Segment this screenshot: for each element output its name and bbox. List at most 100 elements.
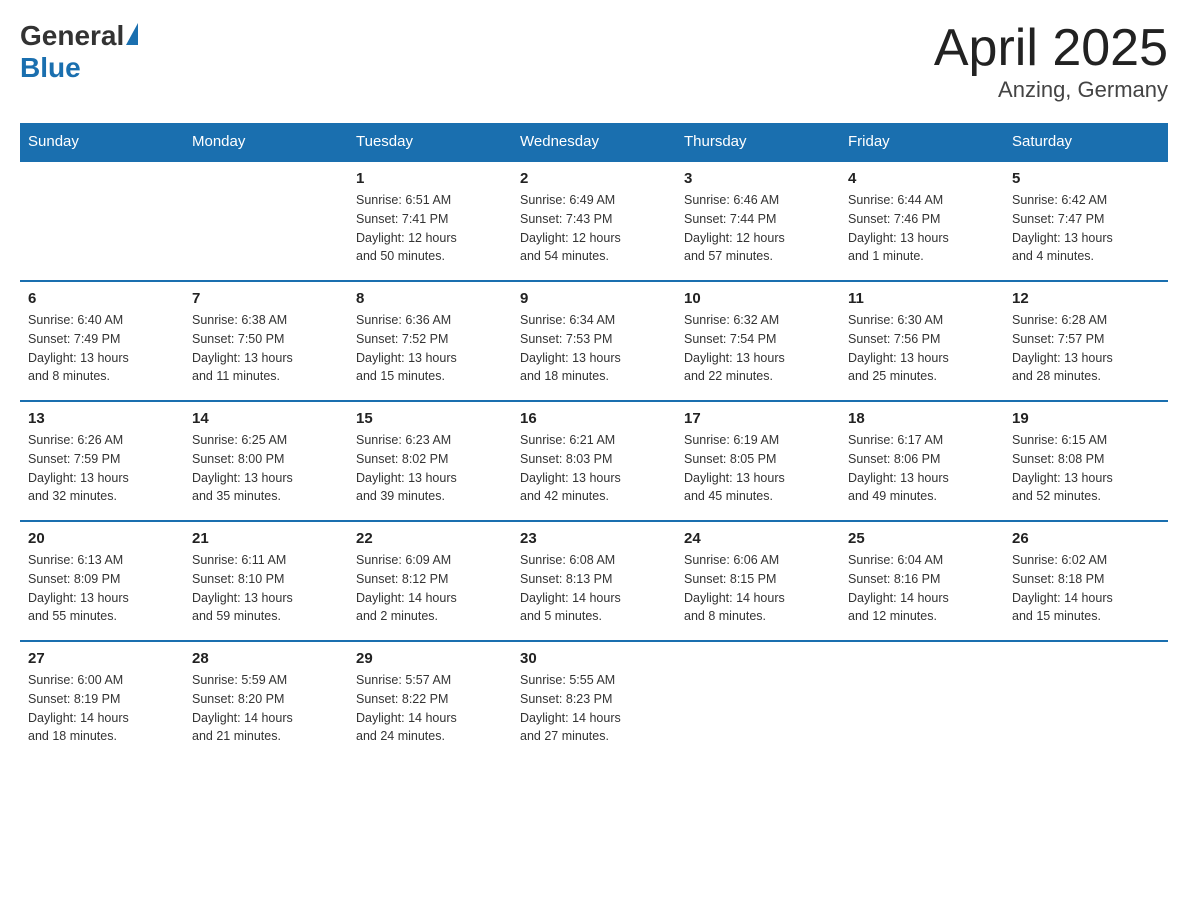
calendar-cell: 14 Sunrise: 6:25 AM Sunset: 8:00 PM Dayli… <box>184 401 348 521</box>
calendar-cell: 23 Sunrise: 6:08 AM Sunset: 8:13 PM Dayli… <box>512 521 676 641</box>
calendar-cell: 28 Sunrise: 5:59 AM Sunset: 8:20 PM Dayli… <box>184 641 348 761</box>
day-info: Sunrise: 6:02 AM Sunset: 8:18 PM Dayligh… <box>1012 551 1160 626</box>
day-info: Sunrise: 5:59 AM Sunset: 8:20 PM Dayligh… <box>192 671 340 746</box>
day-number: 2 <box>520 170 668 187</box>
calendar-body: 1Sunrise: 6:51 AM Sunset: 7:41 PM Daylig… <box>20 161 1168 761</box>
day-info: Sunrise: 6:23 AM Sunset: 8:02 PM Dayligh… <box>356 431 504 506</box>
day-number: 23 <box>520 530 668 547</box>
day-info: Sunrise: 6:32 AM Sunset: 7:54 PM Dayligh… <box>684 311 832 386</box>
calendar-cell: 17Sunrise: 6:19 AM Sunset: 8:05 PM Dayli… <box>676 401 840 521</box>
logo-blue-text: Blue <box>20 52 81 84</box>
calendar-cell <box>840 641 1004 761</box>
calendar-cell <box>1004 641 1168 761</box>
day-info: Sunrise: 6:06 AM Sunset: 8:15 PM Dayligh… <box>684 551 832 626</box>
day-number: 29 <box>356 650 504 667</box>
day-number: 20 <box>28 530 176 547</box>
day-number: 30 <box>520 650 668 667</box>
logo-general-text: General <box>20 20 124 52</box>
day-header-tuesday: Tuesday <box>348 123 512 161</box>
calendar-week-row: 27 Sunrise: 6:00 AM Sunset: 8:19 PM Dayli… <box>20 641 1168 761</box>
day-header-saturday: Saturday <box>1004 123 1168 161</box>
calendar-cell: 12 Sunrise: 6:28 AM Sunset: 7:57 PM Dayli… <box>1004 281 1168 401</box>
day-info: Sunrise: 6:46 AM Sunset: 7:44 PM Dayligh… <box>684 191 832 266</box>
day-info: Sunrise: 6:26 AM Sunset: 7:59 PM Dayligh… <box>28 431 176 506</box>
calendar-table: SundayMondayTuesdayWednesdayThursdayFrid… <box>20 123 1168 761</box>
day-number: 27 <box>28 650 176 667</box>
day-info: Sunrise: 6:13 AM Sunset: 8:09 PM Dayligh… <box>28 551 176 626</box>
day-info: Sunrise: 6:09 AM Sunset: 8:12 PM Dayligh… <box>356 551 504 626</box>
day-info: Sunrise: 6:38 AM Sunset: 7:50 PM Dayligh… <box>192 311 340 386</box>
day-info: Sunrise: 6:00 AM Sunset: 8:19 PM Dayligh… <box>28 671 176 746</box>
day-info: Sunrise: 6:17 AM Sunset: 8:06 PM Dayligh… <box>848 431 996 506</box>
day-number: 16 <box>520 410 668 427</box>
day-info: Sunrise: 6:11 AM Sunset: 8:10 PM Dayligh… <box>192 551 340 626</box>
day-info: Sunrise: 6:30 AM Sunset: 7:56 PM Dayligh… <box>848 311 996 386</box>
calendar-cell: 8 Sunrise: 6:36 AM Sunset: 7:52 PM Daylig… <box>348 281 512 401</box>
calendar-cell: 9Sunrise: 6:34 AM Sunset: 7:53 PM Daylig… <box>512 281 676 401</box>
day-info: Sunrise: 6:44 AM Sunset: 7:46 PM Dayligh… <box>848 191 996 266</box>
calendar-cell: 3 Sunrise: 6:46 AM Sunset: 7:44 PM Daylig… <box>676 161 840 281</box>
calendar-cell: 11 Sunrise: 6:30 AM Sunset: 7:56 PM Dayli… <box>840 281 1004 401</box>
calendar-cell: 6 Sunrise: 6:40 AM Sunset: 7:49 PM Daylig… <box>20 281 184 401</box>
day-info: Sunrise: 6:34 AM Sunset: 7:53 PM Dayligh… <box>520 311 668 386</box>
day-info: Sunrise: 6:40 AM Sunset: 7:49 PM Dayligh… <box>28 311 176 386</box>
calendar-cell: 20 Sunrise: 6:13 AM Sunset: 8:09 PM Dayli… <box>20 521 184 641</box>
day-info: Sunrise: 5:55 AM Sunset: 8:23 PM Dayligh… <box>520 671 668 746</box>
calendar-cell: 22 Sunrise: 6:09 AM Sunset: 8:12 PM Dayli… <box>348 521 512 641</box>
day-info: Sunrise: 6:08 AM Sunset: 8:13 PM Dayligh… <box>520 551 668 626</box>
day-info: Sunrise: 6:19 AM Sunset: 8:05 PM Dayligh… <box>684 431 832 506</box>
day-info: Sunrise: 6:25 AM Sunset: 8:00 PM Dayligh… <box>192 431 340 506</box>
day-number: 6 <box>28 290 176 307</box>
calendar-cell: 26Sunrise: 6:02 AM Sunset: 8:18 PM Dayli… <box>1004 521 1168 641</box>
calendar-week-row: 1Sunrise: 6:51 AM Sunset: 7:41 PM Daylig… <box>20 161 1168 281</box>
day-number: 5 <box>1012 170 1160 187</box>
day-number: 19 <box>1012 410 1160 427</box>
calendar-cell: 21 Sunrise: 6:11 AM Sunset: 8:10 PM Dayli… <box>184 521 348 641</box>
day-number: 12 <box>1012 290 1160 307</box>
day-number: 10 <box>684 290 832 307</box>
day-number: 7 <box>192 290 340 307</box>
day-number: 25 <box>848 530 996 547</box>
day-number: 13 <box>28 410 176 427</box>
day-number: 3 <box>684 170 832 187</box>
day-number: 15 <box>356 410 504 427</box>
day-info: Sunrise: 6:28 AM Sunset: 7:57 PM Dayligh… <box>1012 311 1160 386</box>
calendar-week-row: 13 Sunrise: 6:26 AM Sunset: 7:59 PM Dayli… <box>20 401 1168 521</box>
calendar-cell: 24 Sunrise: 6:06 AM Sunset: 8:15 PM Dayli… <box>676 521 840 641</box>
day-number: 24 <box>684 530 832 547</box>
day-info: Sunrise: 5:57 AM Sunset: 8:22 PM Dayligh… <box>356 671 504 746</box>
day-number: 22 <box>356 530 504 547</box>
calendar-cell: 4 Sunrise: 6:44 AM Sunset: 7:46 PM Daylig… <box>840 161 1004 281</box>
day-number: 4 <box>848 170 996 187</box>
logo: General Blue <box>20 20 138 84</box>
calendar-cell: 30 Sunrise: 5:55 AM Sunset: 8:23 PM Dayli… <box>512 641 676 761</box>
day-number: 11 <box>848 290 996 307</box>
day-header-monday: Monday <box>184 123 348 161</box>
calendar-week-row: 6 Sunrise: 6:40 AM Sunset: 7:49 PM Daylig… <box>20 281 1168 401</box>
calendar-header: SundayMondayTuesdayWednesdayThursdayFrid… <box>20 123 1168 161</box>
day-info: Sunrise: 6:04 AM Sunset: 8:16 PM Dayligh… <box>848 551 996 626</box>
day-number: 21 <box>192 530 340 547</box>
day-number: 28 <box>192 650 340 667</box>
day-header-row: SundayMondayTuesdayWednesdayThursdayFrid… <box>20 123 1168 161</box>
calendar-cell: 19 Sunrise: 6:15 AM Sunset: 8:08 PM Dayli… <box>1004 401 1168 521</box>
day-info: Sunrise: 6:42 AM Sunset: 7:47 PM Dayligh… <box>1012 191 1160 266</box>
day-info: Sunrise: 6:51 AM Sunset: 7:41 PM Dayligh… <box>356 191 504 266</box>
day-number: 18 <box>848 410 996 427</box>
calendar-cell: 7 Sunrise: 6:38 AM Sunset: 7:50 PM Daylig… <box>184 281 348 401</box>
calendar-cell: 27 Sunrise: 6:00 AM Sunset: 8:19 PM Dayli… <box>20 641 184 761</box>
day-info: Sunrise: 6:15 AM Sunset: 8:08 PM Dayligh… <box>1012 431 1160 506</box>
calendar-cell: 5 Sunrise: 6:42 AM Sunset: 7:47 PM Daylig… <box>1004 161 1168 281</box>
calendar-cell: 1Sunrise: 6:51 AM Sunset: 7:41 PM Daylig… <box>348 161 512 281</box>
calendar-location: Anzing, Germany <box>934 77 1168 103</box>
day-number: 8 <box>356 290 504 307</box>
calendar-cell: 25 Sunrise: 6:04 AM Sunset: 8:16 PM Dayli… <box>840 521 1004 641</box>
day-info: Sunrise: 6:49 AM Sunset: 7:43 PM Dayligh… <box>520 191 668 266</box>
calendar-cell: 18 Sunrise: 6:17 AM Sunset: 8:06 PM Dayli… <box>840 401 1004 521</box>
calendar-cell <box>20 161 184 281</box>
day-info: Sunrise: 6:36 AM Sunset: 7:52 PM Dayligh… <box>356 311 504 386</box>
calendar-month-year: April 2025 <box>934 20 1168 77</box>
calendar-cell <box>676 641 840 761</box>
calendar-cell: 29 Sunrise: 5:57 AM Sunset: 8:22 PM Dayli… <box>348 641 512 761</box>
day-number: 14 <box>192 410 340 427</box>
